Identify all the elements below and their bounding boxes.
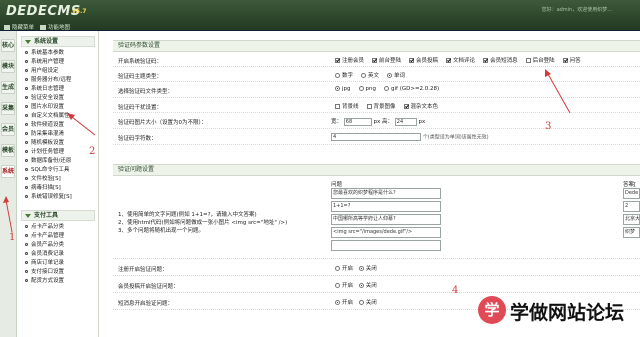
site-watermark: 学 学做网站论坛 (478, 296, 638, 326)
annotation-1: 1 (9, 232, 16, 243)
annotation-3: 3 (545, 121, 552, 132)
arrow-3-head (545, 69, 551, 77)
arrow-2-line (71, 116, 96, 136)
annotation-2: 2 (89, 146, 96, 157)
annotation-arrows (3, 69, 571, 233)
annotation-4: 4 (452, 285, 459, 296)
watermark-text: 学做网站论坛 (510, 302, 625, 324)
arrow-3-line (547, 73, 571, 114)
arrow-1-head (3, 196, 9, 203)
arrow-1-line (5, 199, 13, 233)
watermark-badge: 学 (478, 296, 506, 324)
